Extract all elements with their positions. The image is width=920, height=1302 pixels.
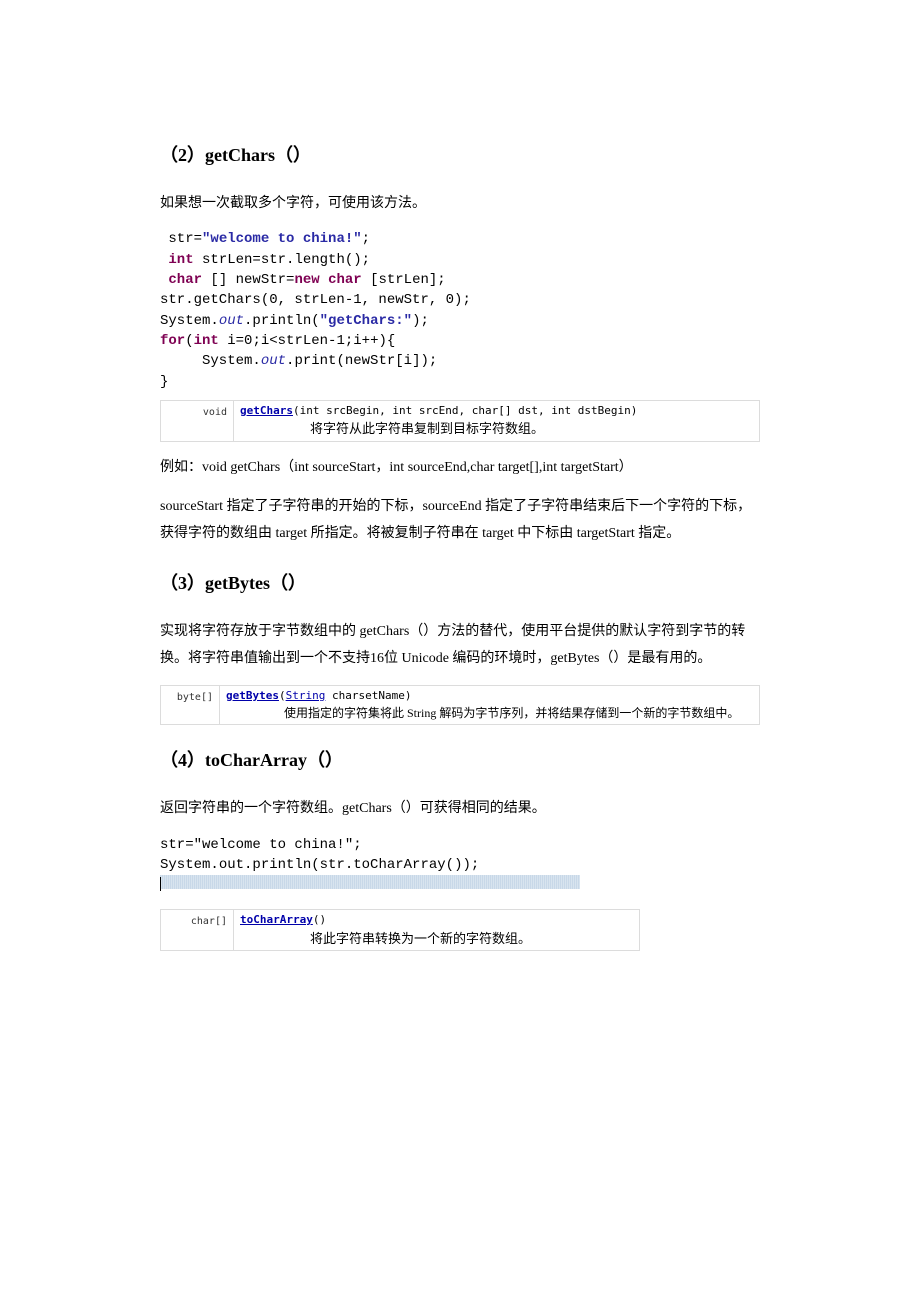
method-desc: 将字符从此字符串复制到目标字符数组。	[310, 419, 753, 439]
keyword: char	[168, 272, 202, 288]
text-cursor-icon	[160, 877, 161, 891]
code-text: (	[185, 333, 193, 349]
heading-getchars: （2）getChars（）	[160, 138, 760, 172]
code-text: .print(newStr[i]);	[286, 353, 437, 369]
spacer	[160, 889, 760, 907]
example-signature: 例如：void getChars（int sourceStart，int sou…	[160, 454, 760, 481]
getbytes-intro: 实现将字符存放于字节数组中的 getChars（）方法的替代，使用平台提供的默认…	[160, 618, 760, 673]
param-list: ()	[313, 913, 326, 926]
param-list: (int srcBegin, int srcEnd, char[] dst, i…	[293, 404, 637, 417]
code-text: [strLen];	[362, 272, 446, 288]
code-text: str.getChars(0, strLen-1, newStr, 0);	[160, 292, 471, 308]
code-text: System.	[160, 313, 219, 329]
code-text: }	[160, 374, 168, 390]
string-literal: "welcome to china!"	[202, 231, 362, 247]
code-text: .println(	[244, 313, 320, 329]
doc-table-getchars: void getChars(int srcBegin, int srcEnd, …	[160, 400, 760, 442]
static-field: out	[219, 857, 244, 873]
signature-cell: getBytes(String charsetName) 使用指定的字符集将此 …	[220, 685, 760, 725]
keyword: char	[328, 272, 362, 288]
method-name-link[interactable]: toCharArray	[240, 913, 313, 926]
code-text: ;	[353, 837, 361, 853]
return-type: char[]	[161, 910, 234, 951]
code-text: System.	[160, 353, 261, 369]
code-text: .println(str.toCharArray());	[244, 857, 479, 873]
paren-open: (	[279, 689, 286, 702]
signature-cell: getChars(int srcBegin, int srcEnd, char[…	[234, 400, 760, 441]
keyword: new	[294, 272, 319, 288]
doc-table-tochararray: char[] toCharArray() 将此字符串转换为一个新的字符数组。	[160, 909, 640, 951]
code-text: str=	[160, 231, 202, 247]
keyword: int	[168, 252, 193, 268]
keyword: int	[194, 333, 219, 349]
keyword: for	[160, 333, 185, 349]
tochararray-intro: 返回字符串的一个字符数组。getChars（）可获得相同的结果。	[160, 795, 760, 822]
code-getchars: str="welcome to china!"; int strLen=str.…	[160, 229, 760, 391]
getchars-intro: 如果想一次截取多个字符，可使用该方法。	[160, 190, 760, 217]
code-text: [] newStr=	[202, 272, 294, 288]
static-field: out	[219, 313, 244, 329]
signature-cell: toCharArray() 将此字符串转换为一个新的字符数组。	[234, 910, 640, 951]
code-text: i=0;i<strLen-1;i++){	[219, 333, 395, 349]
code-text: str=	[160, 837, 194, 853]
source-desc: sourceStart 指定了子字符串的开始的下标，sourceEnd 指定了子…	[160, 493, 760, 548]
heading-tochararray: （4）toCharArray（）	[160, 743, 760, 777]
return-type: void	[161, 400, 234, 441]
static-field: out	[261, 353, 286, 369]
code-text: ;	[362, 231, 370, 247]
document-page: （2）getChars（） 如果想一次截取多个字符，可使用该方法。 str="w…	[0, 0, 920, 1011]
method-desc: 将此字符串转换为一个新的字符数组。	[310, 929, 633, 949]
method-name-link[interactable]: getChars	[240, 404, 293, 417]
code-text	[320, 272, 328, 288]
param-name: charsetName)	[325, 689, 411, 702]
code-text: System.	[160, 857, 219, 873]
code-tochararray: str="welcome to china!"; System.out.prin…	[160, 835, 760, 890]
method-desc: 使用指定的字符集将此 String 解码为字节序列，并将结果存储到一个新的字节数…	[284, 704, 753, 722]
return-type: byte[]	[161, 685, 220, 725]
doc-table-getbytes: byte[] getBytes(String charsetName) 使用指定…	[160, 685, 760, 726]
code-text: strLen=str.length();	[194, 252, 370, 268]
param-type-link[interactable]: String	[286, 689, 326, 702]
string-literal: "getChars:"	[320, 313, 412, 329]
string-literal: "welcome to china!"	[194, 837, 354, 853]
heading-getbytes: （3）getBytes（）	[160, 566, 760, 600]
code-text: );	[412, 313, 429, 329]
selection-highlight	[160, 875, 580, 889]
method-name-link[interactable]: getBytes	[226, 689, 279, 702]
